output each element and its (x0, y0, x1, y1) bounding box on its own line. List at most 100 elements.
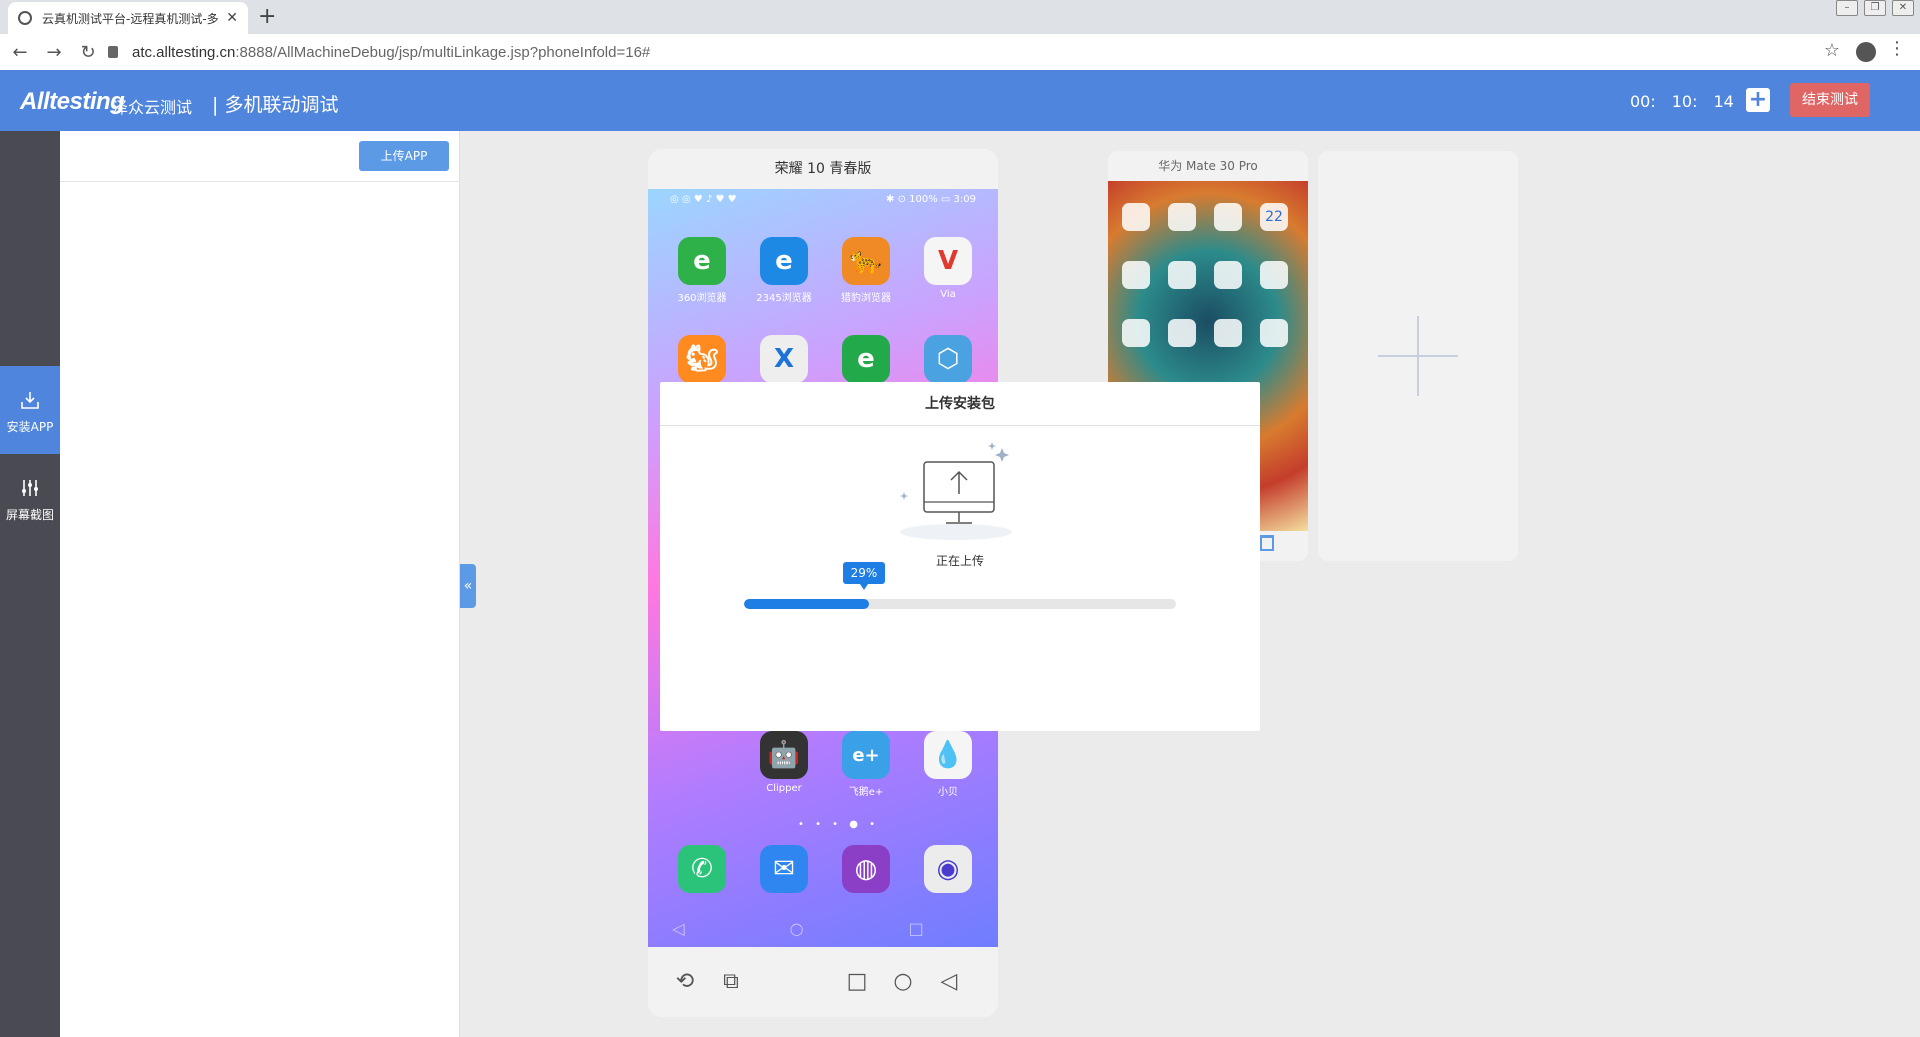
brand-logo-cn: 泽众云测试 (112, 98, 193, 117)
app-box[interactable]: ⬡ (918, 335, 978, 387)
forward-icon[interactable]: → (40, 42, 68, 63)
mini-app-icon (1214, 203, 1242, 231)
device-title: 荣耀 10 青春版 (774, 161, 872, 177)
app-feie[interactable]: e+ 飞鹅e+ (836, 731, 896, 798)
app-label: Clipper (766, 783, 802, 794)
sidebar-item-screenshot[interactable]: 屏幕截图 (0, 454, 60, 542)
page-title: | 多机联动调试 (212, 94, 339, 116)
rotate-icon[interactable]: ⟲ (672, 969, 698, 995)
app-icon: 🐆 (842, 237, 890, 285)
brand-logo: Alltesting (20, 88, 125, 115)
app-label: 猎豹浏览器 (841, 293, 891, 304)
sidebar-item-label: 安装APP (6, 420, 54, 434)
dock-phone[interactable]: ✆ (672, 845, 732, 897)
app-label: Via (940, 289, 956, 300)
dock-camera[interactable]: ◉ (918, 845, 978, 897)
status-left: ◎ ◎ ♥ ♪ ♥ ♥ (670, 194, 737, 205)
app-uc[interactable]: 🐿 (672, 335, 732, 387)
back-key-icon[interactable]: ◁ (936, 969, 962, 995)
mini-app-icon (1122, 261, 1150, 289)
device-title: 华为 Mate 30 Pro (1158, 159, 1258, 173)
app-label: 小贝 (938, 787, 958, 798)
app-xiaobei[interactable]: 💧 小贝 (918, 731, 978, 798)
plus-icon-vertical (1417, 316, 1419, 396)
new-tab-icon[interactable]: + (258, 4, 276, 30)
add-device-button[interactable]: + (1746, 88, 1770, 112)
restore-icon[interactable]: ❐ (1864, 0, 1886, 16)
reload-icon[interactable]: ↻ (74, 42, 102, 63)
browser-toolbar: ← → ↻ atc.alltesting.cn:8888/AllMachineD… (0, 34, 1920, 70)
collapse-panel-icon[interactable]: « (460, 564, 476, 608)
app-label: 2345浏览器 (756, 293, 812, 304)
app-icon: 🐿 (678, 335, 726, 383)
camera-icon: ◉ (924, 845, 972, 893)
sidebar-item-install-app[interactable]: 安装APP (0, 366, 68, 454)
app-x-browser[interactable]: X (754, 335, 814, 387)
app-icon: e (842, 335, 890, 383)
phone-icon: ✆ (678, 845, 726, 893)
window-close-icon[interactable]: ✕ (1892, 0, 1914, 16)
mini-app-icon (1122, 203, 1150, 231)
address-bar[interactable]: atc.alltesting.cn:8888/AllMachineDebug/j… (108, 39, 1808, 65)
globe-icon: ◍ (842, 845, 890, 893)
app-icon: ⬡ (924, 335, 972, 383)
tab-title: 云真机测试平台-远程真机测试-多 (42, 11, 219, 26)
back-icon[interactable]: ← (6, 42, 34, 63)
upload-dialog: 上传安装包 正在上传 29% (660, 382, 1260, 731)
status-right: ✱ ⊙ 100% ▭ 3:09 (886, 194, 976, 205)
upload-monitor-icon (900, 442, 1012, 540)
sliders-icon (22, 480, 38, 496)
mini-app-icon (1168, 319, 1196, 347)
browser-menu-icon[interactable]: ⋮ (1888, 38, 1906, 59)
trash-icon[interactable] (1260, 535, 1274, 551)
app-via[interactable]: V Via (918, 237, 978, 300)
bookmark-star-icon[interactable]: ☆ (1824, 40, 1840, 61)
url-path: :8888/AllMachineDebug/jsp/multiLinkage.j… (235, 43, 651, 61)
panel-divider (60, 181, 460, 182)
app-2345-browser[interactable]: e 2345浏览器 (754, 237, 814, 304)
close-tab-icon[interactable]: ✕ (226, 10, 238, 26)
mini-app-icon (1168, 203, 1196, 231)
sidebar-item-label: 屏幕截图 (5, 508, 54, 522)
end-test-button[interactable]: 结束测试 (1790, 83, 1870, 117)
recents-key-icon[interactable]: □ (844, 969, 870, 995)
upload-status-text: 正在上传 (935, 554, 984, 568)
status-bar: ◎ ◎ ♥ ♪ ♥ ♥ ✱ ⊙ 100% ▭ 3:09 (648, 189, 998, 211)
upload-app-button[interactable]: 上传APP (359, 141, 449, 171)
browser-chrome: 云真机测试平台-远程真机测试-多 ✕ + – ❐ ✕ ← → ↻ atc.all… (0, 0, 1920, 70)
app-icon: 🤖 (760, 731, 808, 779)
app-cheetah-browser[interactable]: 🐆 猎豹浏览器 (836, 237, 896, 304)
home-key-icon[interactable]: ○ (890, 969, 916, 995)
timer-minutes: 10: (1671, 92, 1698, 111)
app-ie[interactable]: e (836, 335, 896, 387)
download-tray-icon (21, 392, 39, 409)
mini-app-icon (1122, 319, 1150, 347)
browser-tab[interactable]: 云真机测试平台-远程真机测试-多 ✕ (8, 2, 248, 34)
upload-progress-bar (744, 599, 1176, 609)
screenshot-crop-icon[interactable]: ⧉ (718, 969, 744, 995)
sidebar: 安装APP 屏幕截图 (0, 131, 68, 1037)
mini-app-icon (1214, 319, 1242, 347)
calendar-icon: 22 (1260, 203, 1288, 231)
device-control-bar: ⟲ ⧉ □ ○ ◁ (648, 947, 998, 1017)
app-360-browser[interactable]: e 360浏览器 (672, 237, 732, 304)
app-icon: 💧 (924, 731, 972, 779)
add-device-slot[interactable] (1318, 151, 1518, 561)
app-icon: e+ (842, 731, 890, 779)
app-icon: V (924, 237, 972, 285)
timer-hours: 00: (1630, 92, 1656, 111)
dialog-title: 上传安装包 (660, 382, 1260, 426)
dock-messages[interactable]: ✉ (754, 845, 814, 897)
window-controls: – ❐ ✕ (1836, 0, 1914, 16)
minimize-icon[interactable]: – (1836, 0, 1858, 16)
app-icon: e (760, 237, 808, 285)
progress-percent-badge: 29% (843, 562, 885, 590)
android-nav-keys: ◁ ○ □ (672, 919, 974, 938)
app-clipper[interactable]: 🤖 Clipper (754, 731, 814, 794)
app-header: Alltesting 泽众云测试 | 多机联动调试 00: 10: 14 + 结… (0, 70, 1920, 131)
app-list-panel: 上传APP (60, 131, 460, 1037)
profile-avatar-icon[interactable] (1856, 42, 1876, 62)
app-label: 飞鹅e+ (848, 787, 884, 798)
dock-browser[interactable]: ◍ (836, 845, 896, 897)
tab-strip: 云真机测试平台-远程真机测试-多 ✕ + – ❐ ✕ (0, 0, 1920, 34)
